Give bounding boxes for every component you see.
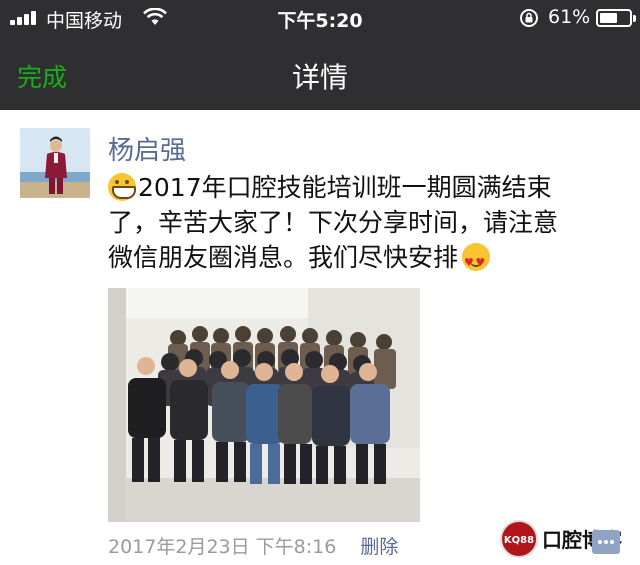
battery-percent: 61%: [548, 6, 591, 28]
post-text: 2017年口腔技能培训班一期圆满结束 了，辛苦大家了！下次分享时间，请注意 微信…: [108, 170, 628, 280]
post-text-line-3: 微信朋友圈消息。我们尽快安排: [108, 243, 459, 272]
status-bar: 中国移动 下午5:20 61%: [0, 0, 640, 36]
orientation-lock-icon: [520, 9, 538, 27]
post-text-line-1: 2017年口腔技能培训班一期圆满结束: [138, 173, 552, 202]
post-meta: 2017年2月23日 下午8:16 删除: [108, 532, 398, 559]
status-time: 下午5:20: [277, 10, 363, 32]
post-date: 2017年2月23日 下午8:16: [108, 536, 337, 558]
comment-more-button[interactable]: [592, 530, 620, 554]
grin-emoji-icon: [108, 173, 136, 201]
delete-button[interactable]: 删除: [360, 532, 398, 559]
username[interactable]: 杨启强: [108, 130, 186, 167]
avatar[interactable]: [20, 128, 90, 198]
page-title: 详情: [291, 61, 348, 94]
post-text-line-2: 了，辛苦大家了！下次分享时间，请注意: [108, 208, 559, 237]
watermark-logo: KQ88: [500, 520, 538, 558]
battery-icon: [596, 9, 636, 27]
battery-fill: [600, 13, 617, 23]
post-photo[interactable]: [108, 288, 420, 522]
heart-eyes-emoji-icon: [462, 243, 491, 280]
top-bar: 中国移动 下午5:20 61% 完成 详情: [0, 0, 640, 110]
